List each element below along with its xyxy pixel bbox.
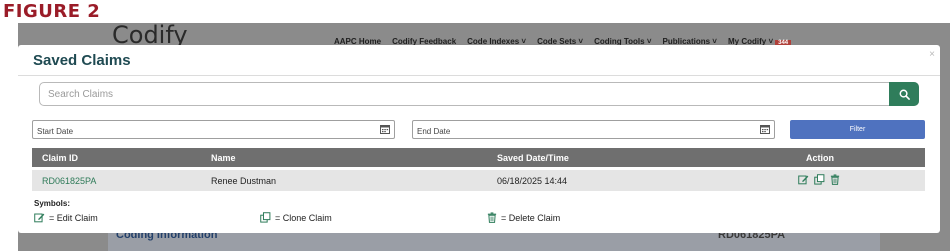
saved-claims-modal: Saved Claims × Filter Claim ID <box>18 45 940 233</box>
search-icon <box>899 89 910 100</box>
column-header-name: Name <box>211 153 236 163</box>
legend-delete: = Delete Claim <box>487 212 560 223</box>
claim-id-link[interactable]: RD061825PA <box>42 176 96 186</box>
column-header-claim-id: Claim ID <box>42 153 79 163</box>
end-date-field <box>412 120 775 140</box>
legend-clone: = Clone Claim <box>260 212 332 223</box>
claim-name: Renee Dustman <box>211 176 277 186</box>
close-icon[interactable]: × <box>929 49 935 60</box>
figure-label: FIGURE 2 <box>3 1 101 22</box>
modal-title: Saved Claims <box>33 52 131 69</box>
table-header: Claim ID Name Saved Date/Time Action <box>32 148 925 167</box>
row-actions <box>798 174 840 185</box>
clone-icon[interactable] <box>814 174 825 185</box>
legend-edit-label: = Edit Claim <box>49 212 98 223</box>
symbols-heading: Symbols: <box>34 199 71 208</box>
search-bar <box>39 82 919 106</box>
search-input[interactable] <box>40 83 886 105</box>
claim-saved-datetime: 06/18/2025 14:44 <box>497 176 568 186</box>
table-row: RD061825PA Renee Dustman 06/18/2025 14:4… <box>32 170 925 191</box>
start-date-field <box>32 120 395 140</box>
clone-icon <box>260 212 271 223</box>
search-button[interactable] <box>889 82 919 106</box>
calendar-icon[interactable] <box>380 124 390 134</box>
legend-delete-label: = Delete Claim <box>501 212 561 223</box>
edit-icon[interactable] <box>798 174 809 185</box>
legend-clone-label: = Clone Claim <box>275 212 332 223</box>
title-divider <box>18 75 940 76</box>
column-header-action: Action <box>806 153 834 163</box>
filter-button[interactable]: Filter <box>790 120 925 139</box>
trash-icon <box>487 212 497 223</box>
edit-icon <box>34 213 45 223</box>
calendar-icon[interactable] <box>760 124 770 134</box>
column-header-saved-date: Saved Date/Time <box>497 153 569 163</box>
start-date-input[interactable] <box>33 123 394 140</box>
trash-icon[interactable] <box>830 174 840 185</box>
legend-edit: = Edit Claim <box>34 212 98 223</box>
end-date-input[interactable] <box>413 123 774 140</box>
